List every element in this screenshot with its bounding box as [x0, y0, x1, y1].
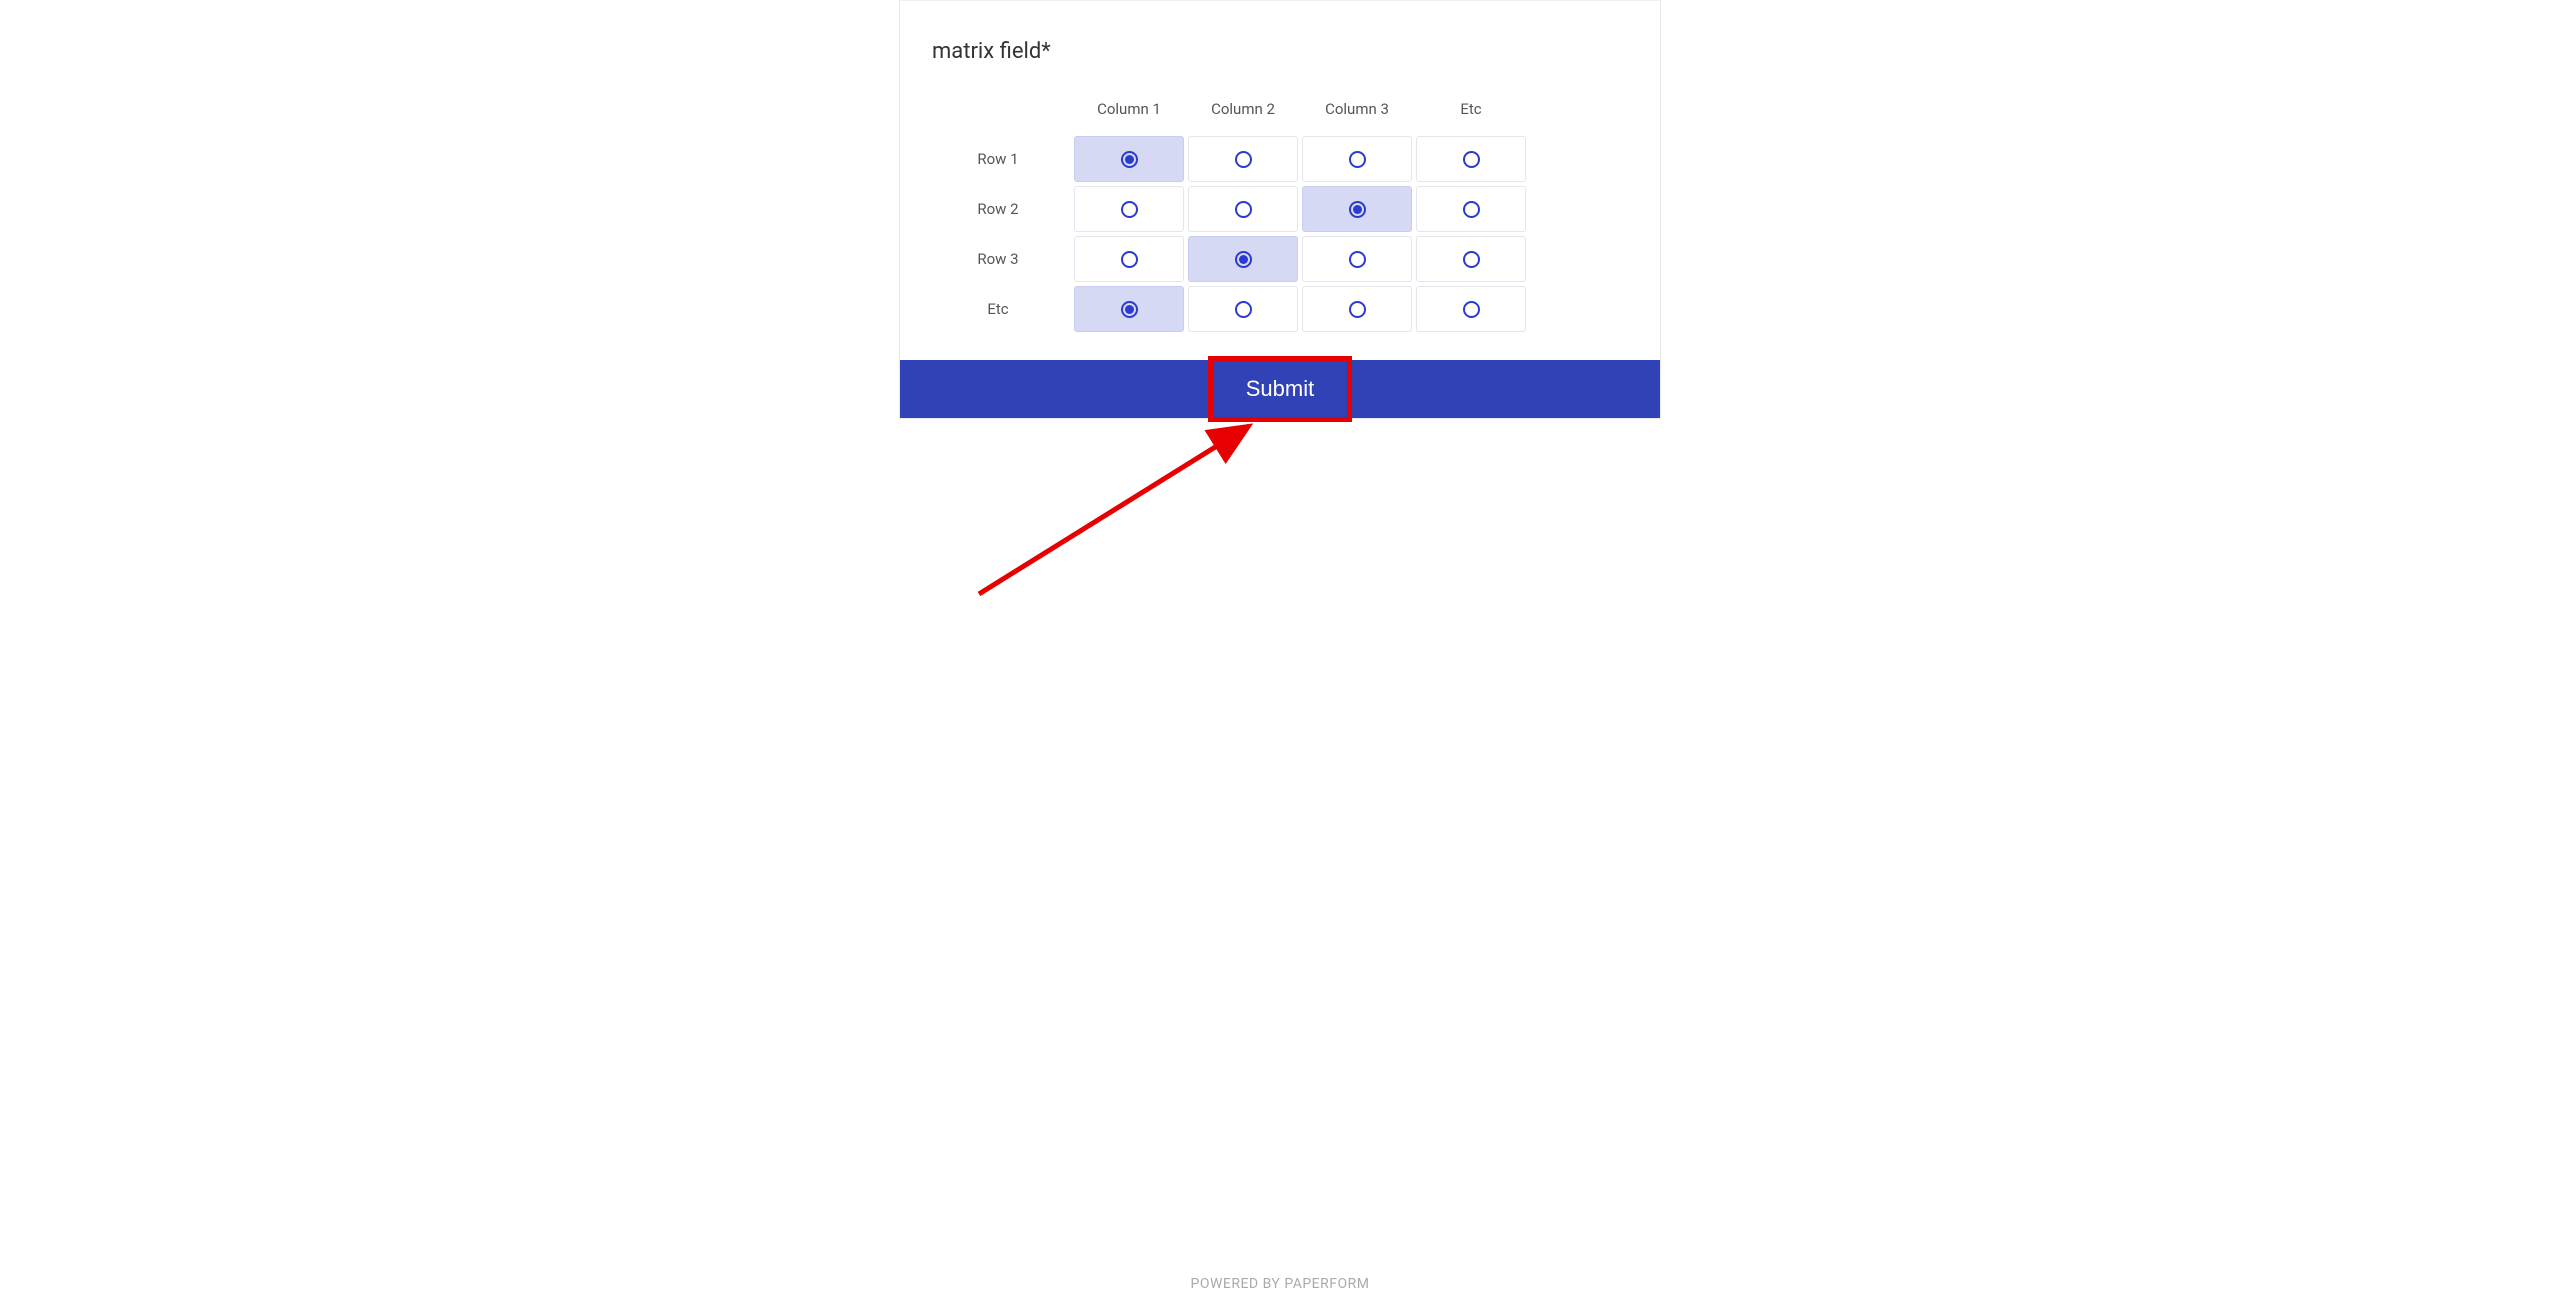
matrix-radio-cell[interactable] [1188, 186, 1298, 232]
submit-bar[interactable]: Submit [900, 360, 1660, 418]
matrix-col-header: Column 3 [1300, 92, 1414, 132]
matrix-table: Column 1 Column 2 Column 3 Etc Row 1 Row… [932, 92, 1628, 332]
radio-icon [1235, 151, 1252, 168]
matrix-col-header: Etc [1414, 92, 1528, 132]
matrix-radio-cell[interactable] [1188, 236, 1298, 282]
annotation-arrow-icon [974, 414, 1264, 604]
matrix-radio-cell[interactable] [1416, 136, 1526, 182]
radio-icon [1463, 201, 1480, 218]
matrix-row-label: Row 3 [932, 236, 1072, 282]
radio-icon [1121, 201, 1138, 218]
matrix-radio-cell[interactable] [1416, 286, 1526, 332]
matrix-radio-cell[interactable] [1188, 286, 1298, 332]
matrix-radio-cell[interactable] [1302, 136, 1412, 182]
radio-icon [1121, 151, 1138, 168]
matrix-radio-cell[interactable] [1302, 236, 1412, 282]
radio-icon [1463, 251, 1480, 268]
radio-icon [1349, 251, 1366, 268]
matrix-radio-cell[interactable] [1302, 286, 1412, 332]
radio-icon [1235, 301, 1252, 318]
radio-icon [1235, 201, 1252, 218]
matrix-row-label: Row 1 [932, 136, 1072, 182]
matrix-corner-cell [932, 92, 1072, 132]
matrix-field-section: matrix field* Column 1 Column 2 Column 3… [900, 0, 1660, 360]
matrix-radio-cell[interactable] [1074, 286, 1184, 332]
matrix-radio-cell[interactable] [1188, 136, 1298, 182]
radio-icon [1349, 201, 1366, 218]
matrix-col-header: Column 2 [1186, 92, 1300, 132]
matrix-radio-cell[interactable] [1074, 136, 1184, 182]
submit-button[interactable]: Submit [1246, 376, 1314, 402]
matrix-radio-cell[interactable] [1416, 236, 1526, 282]
matrix-col-header: Column 1 [1072, 92, 1186, 132]
radio-icon [1235, 251, 1252, 268]
form-container: matrix field* Column 1 Column 2 Column 3… [899, 0, 1661, 419]
footer-credit: POWERED BY PAPERFORM [0, 1276, 2560, 1292]
radio-icon [1463, 301, 1480, 318]
radio-icon [1349, 301, 1366, 318]
matrix-row-label: Etc [932, 286, 1072, 332]
radio-icon [1121, 301, 1138, 318]
matrix-radio-cell[interactable] [1416, 186, 1526, 232]
matrix-radio-cell[interactable] [1302, 186, 1412, 232]
matrix-radio-cell[interactable] [1074, 186, 1184, 232]
radio-icon [1349, 151, 1366, 168]
matrix-row-label: Row 2 [932, 186, 1072, 232]
radio-icon [1121, 251, 1138, 268]
matrix-radio-cell[interactable] [1074, 236, 1184, 282]
radio-icon [1463, 151, 1480, 168]
field-label: matrix field* [932, 39, 1628, 64]
